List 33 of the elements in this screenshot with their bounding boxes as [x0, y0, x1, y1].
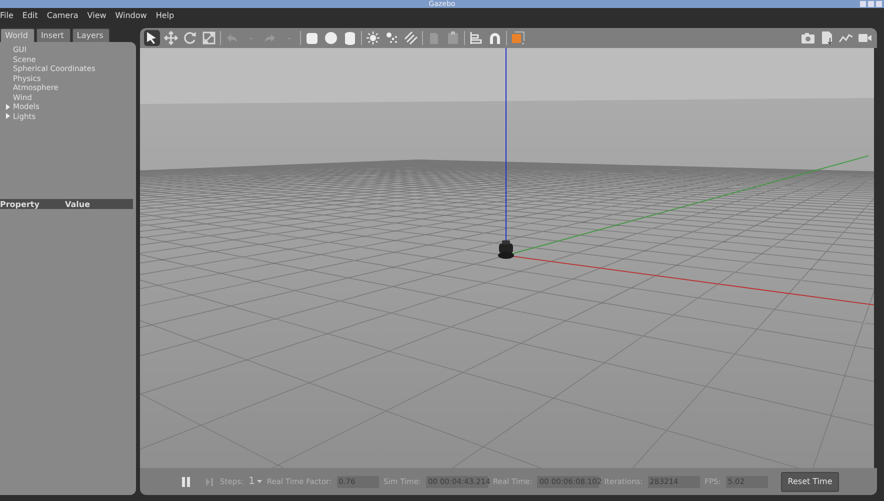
document-download-icon[interactable]	[819, 30, 835, 46]
paste-icon[interactable]	[445, 30, 461, 46]
scale-icon[interactable]	[201, 30, 217, 46]
menu-item[interactable]: Camera	[46, 10, 78, 20]
sun-icon[interactable]	[365, 30, 381, 46]
menu-item[interactable]: Help	[156, 10, 174, 20]
steps-spinner[interactable]: 1	[248, 476, 262, 487]
collapsed-arrow-icon[interactable]	[5, 104, 11, 110]
select-arrow-button[interactable]	[144, 30, 160, 46]
cylinder-icon[interactable]	[342, 30, 358, 46]
camera-icon[interactable]	[800, 30, 816, 46]
magnet-icon[interactable]	[487, 30, 503, 46]
cube-icon[interactable]	[510, 30, 526, 46]
rotate-icon[interactable]	[182, 30, 198, 46]
robot-model[interactable]	[498, 240, 514, 259]
dots-icon[interactable]	[384, 30, 400, 46]
menu-item[interactable]: Edit	[22, 10, 38, 20]
column-header: Property	[0, 200, 40, 208]
reset-time-button[interactable]: Reset Time	[780, 472, 840, 492]
tab[interactable]: Layers	[72, 28, 110, 42]
tab[interactable]: World	[0, 28, 35, 42]
sphere-icon[interactable]	[323, 30, 339, 46]
menu-item[interactable]: File	[0, 10, 14, 20]
diagonal-lines-icon[interactable]	[403, 30, 419, 46]
align-icon[interactable]	[468, 30, 484, 46]
column-header: Value	[65, 200, 92, 208]
menu-item[interactable]: Window	[115, 10, 147, 20]
menu-item[interactable]: View	[87, 10, 106, 20]
box-icon[interactable]	[304, 30, 320, 46]
window-controls-icon[interactable]	[860, 1, 882, 7]
pause-icon[interactable]	[180, 476, 192, 488]
collapsed-arrow-icon[interactable]	[5, 113, 11, 120]
tab[interactable]: Insert	[36, 28, 71, 42]
